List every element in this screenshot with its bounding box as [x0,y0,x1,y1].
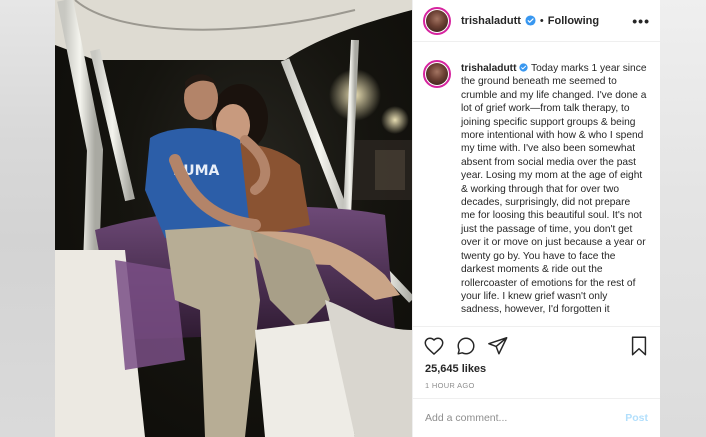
comment-input[interactable] [425,412,626,424]
action-bar [423,334,650,358]
likes-count[interactable]: 25,645 likes [425,363,486,375]
verified-badge-icon [525,15,536,26]
header-separator: • [539,14,544,27]
street-light [381,106,409,134]
post-panel: trishaladutt • Following ••• trishaladut… [412,0,660,437]
bookmark-icon[interactable] [628,335,650,357]
caption-username[interactable]: trishaladutt [461,63,516,74]
share-icon[interactable] [487,335,509,357]
post-photo[interactable]: PUMA [55,0,412,437]
post-header: trishaladutt • Following ••• [413,0,660,42]
post-comment-button[interactable]: Post [625,412,648,424]
heart-icon[interactable] [423,335,445,357]
verified-badge-icon [519,63,528,72]
caption-section: trishaladutt Today marks 1 year since th… [413,52,660,326]
comment-icon[interactable] [455,335,477,357]
comment-bar: Post [413,398,660,437]
caption-avatar[interactable] [423,60,451,88]
post-timestamp[interactable]: 1 HOUR AGO [425,381,475,390]
caption-text: Today marks 1 year since the ground bene… [461,63,647,316]
header-username[interactable]: trishaladutt [461,15,521,27]
background-right [660,0,706,437]
avatar[interactable] [423,6,451,35]
following-button[interactable]: Following [548,15,599,27]
caption: trishaladutt Today marks 1 year since th… [461,62,647,326]
divider [413,326,660,327]
more-options-icon[interactable]: ••• [632,13,650,29]
background-left [0,0,55,437]
